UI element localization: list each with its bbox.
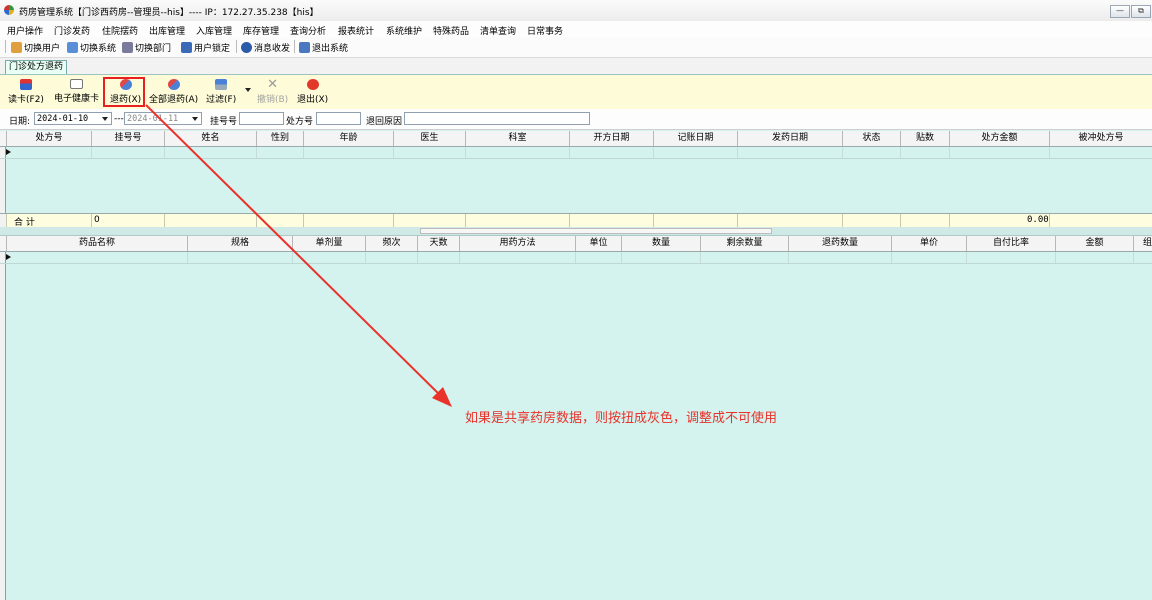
annotation-arrow <box>145 104 452 407</box>
annotation-text: 如果是共享药房数据，则按扭成灰色，调整成不可使用 <box>465 411 778 426</box>
